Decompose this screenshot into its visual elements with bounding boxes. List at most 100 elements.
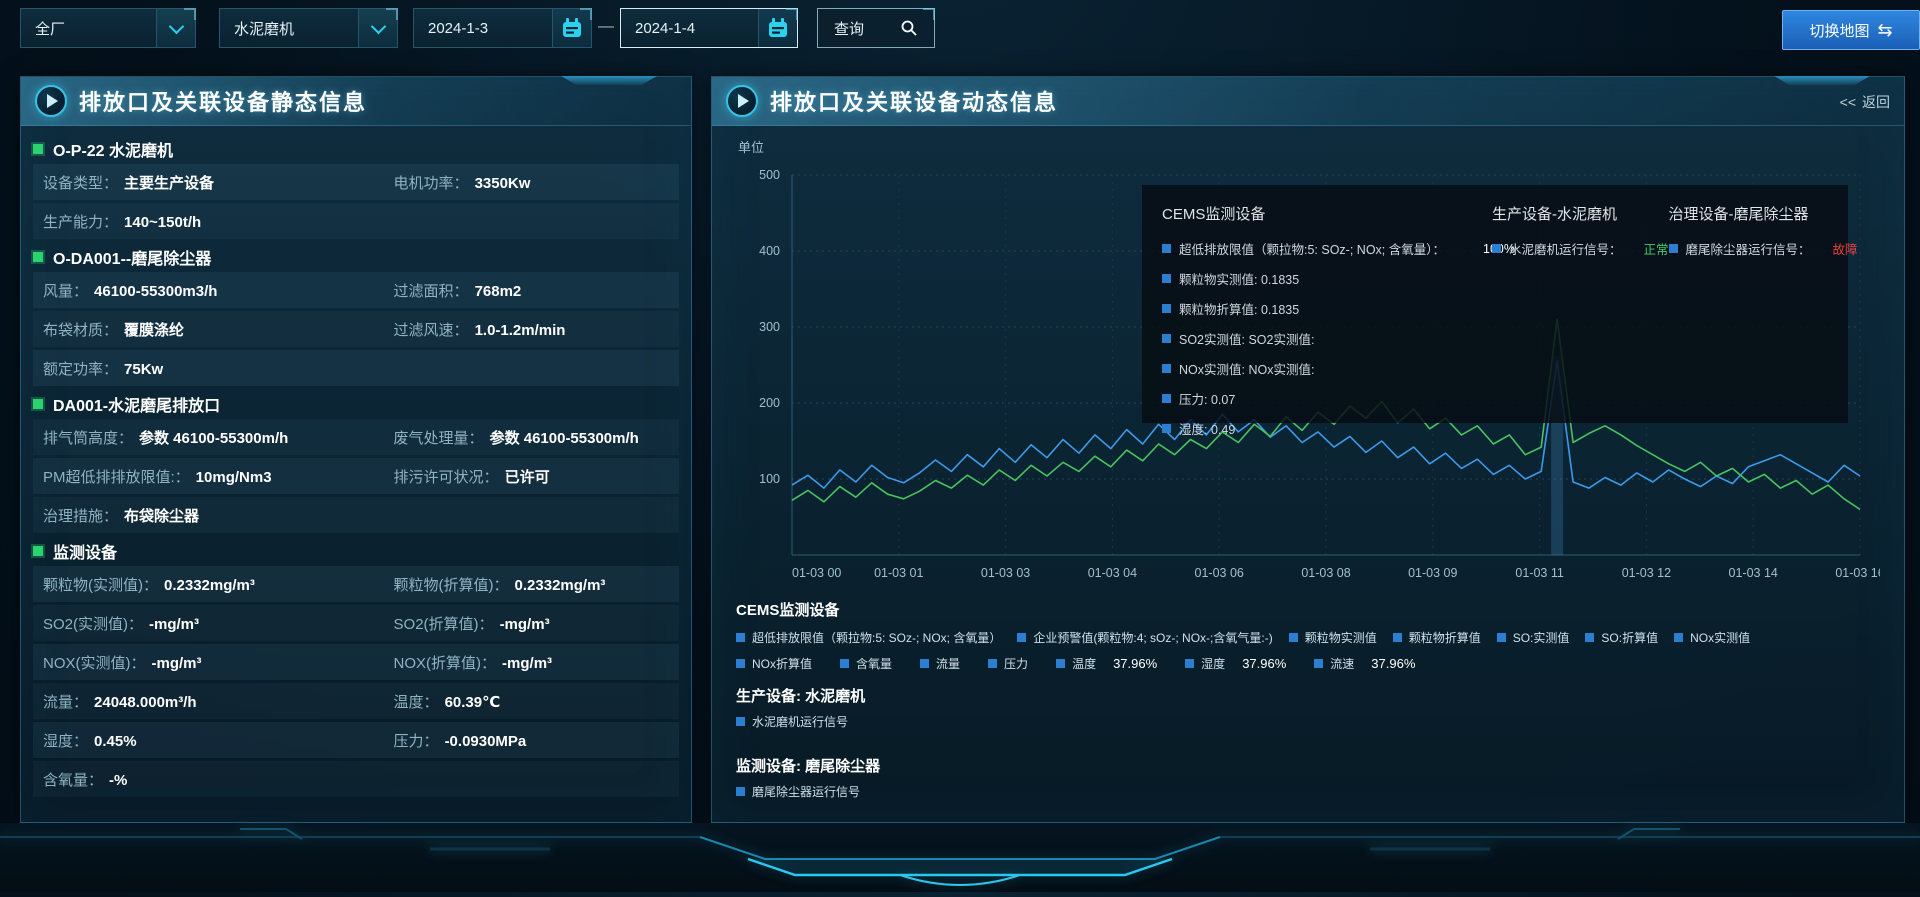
field-value: 布袋除尘器 <box>124 505 199 526</box>
field-label: 排污许可状况： <box>394 466 499 487</box>
legend-item[interactable]: SO:折算值 <box>1585 629 1658 646</box>
query-button-label: 查询 <box>834 18 864 39</box>
info-row: NOX(实测值)：-mg/m³NOX(折算值)：-mg/m³ <box>33 644 679 680</box>
info-cell: PM超低排排放限值:：10mg/Nm3 <box>43 466 394 487</box>
field-value: 768m2 <box>475 283 522 300</box>
legend-production-title: 生产设备: 水泥磨机 <box>736 685 865 706</box>
legend-item-value: 37.96% <box>1371 656 1415 671</box>
end-date-value: 2024-1-4 <box>621 20 758 37</box>
back-button[interactable]: << 返回 <box>1840 92 1890 112</box>
info-row: 额定功率：75Kw <box>33 350 679 386</box>
svg-text:400: 400 <box>759 244 780 258</box>
legend-item[interactable]: 压力 <box>988 655 1028 672</box>
svg-text:01-03 06: 01-03 06 <box>1195 566 1244 579</box>
legend-row: 超低排放限值（颗拉物:5: SOz-; NOx; 含氧量） 企业预警值(颗粒物:4… <box>736 629 1886 646</box>
end-date-input[interactable]: 2024-1-4 <box>620 8 798 48</box>
device-select[interactable]: 水泥磨机 <box>219 8 398 48</box>
info-cell: NOX(折算值)：-mg/m³ <box>394 652 669 673</box>
section-heading: O-DA001--磨尾除尘器 <box>33 242 679 272</box>
info-row: 流量：24048.000m³/h温度：60.39℃ <box>33 683 679 719</box>
tooltip-item: 磨尾除尘器运行信号： 故障 <box>1669 239 1858 258</box>
blue-square-icon <box>1674 633 1683 642</box>
field-label: 布袋材质： <box>43 319 118 340</box>
plant-select[interactable]: 全厂 <box>20 8 196 48</box>
switch-map-button[interactable]: 切换地图 ⇆ <box>1782 10 1920 50</box>
legend-item[interactable]: NOx折算值 <box>736 655 812 672</box>
field-value: 已许可 <box>505 466 550 487</box>
info-cell: 含氧量：-% <box>43 769 394 790</box>
query-button[interactable]: 查询 <box>817 8 935 48</box>
blue-square-icon <box>1585 633 1594 642</box>
field-value: 75Kw <box>124 361 163 378</box>
calendar-icon[interactable] <box>552 9 591 47</box>
legend-item[interactable]: SO:实测值 <box>1497 629 1570 646</box>
legend-item[interactable]: 含氧量 <box>840 655 892 672</box>
info-row: 风量：46100-55300m3/h过滤面积：768m2 <box>33 272 679 308</box>
device-select-dropdown-button[interactable] <box>358 9 397 47</box>
info-cell: 压力：-0.0930MPa <box>394 730 669 751</box>
legend-item-label: 温度 <box>1072 655 1096 672</box>
info-cell: 颗粒物(实测值)：0.2332mg/m³ <box>43 574 394 595</box>
legend-item[interactable]: NOx实测值 <box>1674 629 1750 646</box>
legend-item[interactable]: 湿度37.96% <box>1185 655 1286 672</box>
field-value: -mg/m³ <box>500 616 550 633</box>
plant-select-dropdown-button[interactable] <box>156 9 195 47</box>
green-square-icon <box>33 399 43 409</box>
chevron-down-icon <box>168 18 184 34</box>
blue-square-icon <box>1162 424 1171 433</box>
legend-item-label: SO:实测值 <box>1513 629 1570 646</box>
start-date-input[interactable]: 2024-1-3 <box>413 8 592 48</box>
date-range-separator: — <box>598 18 614 36</box>
info-row: 湿度：0.45%压力：-0.0930MPa <box>33 722 679 758</box>
field-label: 排气筒高度： <box>43 427 133 448</box>
section-heading-label: 监测设备 <box>53 539 117 563</box>
field-label: 设备类型： <box>43 172 118 193</box>
svg-text:01-03 14: 01-03 14 <box>1729 566 1778 579</box>
legend-item[interactable]: 颗粒物折算值 <box>1393 629 1481 646</box>
legend-item[interactable]: 温度37.96% <box>1056 655 1157 672</box>
tooltip-item-label: 颗粒物实测值: 0.1835 <box>1179 269 1299 288</box>
info-row: PM超低排排放限值:：10mg/Nm3排污许可状况： 已许可 <box>33 458 679 494</box>
legend-item[interactable]: 超低排放限值（颗拉物:5: SOz-; NOx; 含氧量） <box>736 629 1001 646</box>
blue-square-icon <box>1492 244 1501 253</box>
legend-item-label: SO:折算值 <box>1601 629 1658 646</box>
info-row: 布袋材质：覆膜涤纶过滤风速：1.0-1.2m/min <box>33 311 679 347</box>
blue-square-icon <box>1162 364 1171 373</box>
tooltip-item: NOx实测值: NOx实测值: <box>1162 359 1492 378</box>
field-value: -mg/m³ <box>152 655 202 672</box>
info-cell: 排气筒高度： 参数 46100-55300m/h <box>43 427 394 448</box>
field-label: 压力： <box>394 730 439 751</box>
field-value: 1.0-1.2m/min <box>475 322 566 339</box>
tooltip-item-label: 超低排放限值（颗拉物:5: SOz-; NOx; 含氧量）： <box>1179 239 1445 258</box>
section-heading: 监测设备 <box>33 536 679 566</box>
legend-item[interactable]: 颗粒物实测值 <box>1289 629 1377 646</box>
tooltip-item: 水泥磨机运行信号： 正常 <box>1492 239 1669 258</box>
blue-square-icon <box>1162 334 1171 343</box>
field-value: 参数 46100-55300m/h <box>139 427 288 448</box>
svg-text:300: 300 <box>759 320 780 334</box>
legend-item[interactable]: 企业预警值(颗粒物:4; sOz-; NOx-;含氧气量:-) <box>1017 629 1272 646</box>
back-chevrons-icon: << <box>1840 94 1856 110</box>
legend-item[interactable]: 流速37.96% <box>1314 655 1415 672</box>
field-label: 废气处理量： <box>394 427 484 448</box>
start-date-value: 2024-1-3 <box>414 20 552 37</box>
calendar-icon[interactable] <box>758 9 797 47</box>
field-label: 流量： <box>43 691 88 712</box>
legend-item[interactable]: 流量 <box>920 655 960 672</box>
tooltip-item: 压力: 0.07 <box>1162 389 1492 408</box>
field-label: PM超低排排放限值:： <box>43 466 190 487</box>
field-label: 温度： <box>394 691 439 712</box>
legend-item[interactable]: 水泥磨机运行信号 <box>736 713 848 730</box>
field-value: 参数 46100-55300m/h <box>490 427 639 448</box>
legend-item[interactable]: 磨尾除尘器运行信号 <box>736 783 860 800</box>
field-label: 颗粒物(实测值)： <box>43 574 158 595</box>
tooltip-item: 颗粒物实测值: 0.1835 <box>1162 269 1492 288</box>
svg-text:01-03 03: 01-03 03 <box>981 566 1030 579</box>
svg-text:01-03 01: 01-03 01 <box>874 566 923 579</box>
field-value: 24048.000m³/h <box>94 694 197 711</box>
tooltip-production-title: 生产设备-水泥磨机 <box>1492 203 1669 224</box>
svg-text:200: 200 <box>759 396 780 410</box>
tooltip-treatment-title: 治理设备-磨尾除尘器 <box>1669 203 1858 224</box>
field-value: -mg/m³ <box>502 655 552 672</box>
legend-item-label: 湿度 <box>1201 655 1225 672</box>
